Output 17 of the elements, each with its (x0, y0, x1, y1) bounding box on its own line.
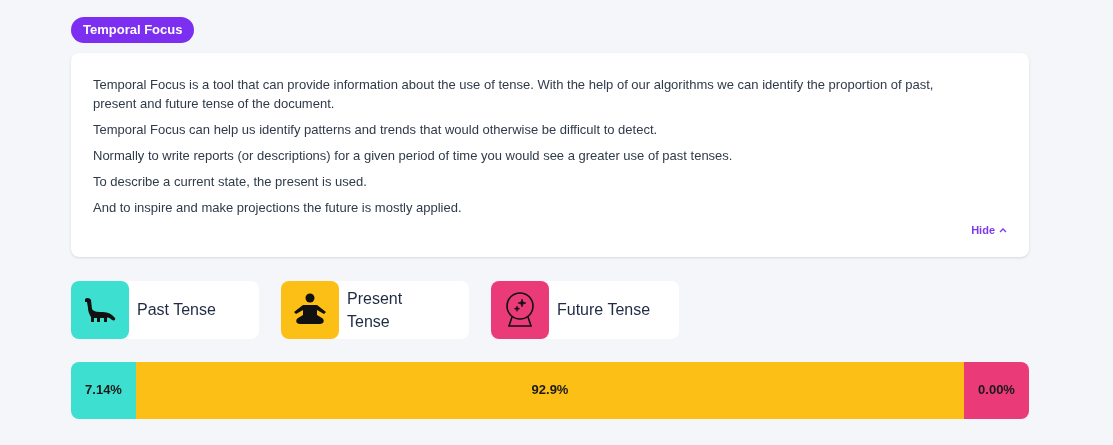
bar-segment: 7.14% (71, 361, 136, 419)
chevron-up-icon (999, 227, 1007, 234)
crystal-ball-icon (503, 290, 537, 329)
description-text: And to inspire and make projections the future is mostly applied. (93, 199, 463, 217)
meditation-icon (292, 292, 328, 327)
description-text: Temporal Focus is a tool that can provide information about the use of tense. With the help of our algorithms we can identify the proportion of past, present and future tense of the document. (93, 76, 935, 113)
legend-label: Present Tense (347, 288, 404, 332)
description-text: Temporal Focus can help us identify patterns and trends that would otherwise be difficult to detect. (93, 121, 659, 139)
hide-toggle[interactable]: Hide (971, 222, 1007, 239)
description-text: To describe a current state, the present is used. (93, 173, 368, 191)
legend-label: Future Tense (557, 300, 652, 320)
description-text: Normally to write reports (or descriptions) for a given period of time you would see a greater use of past tenses. (93, 147, 734, 165)
bar-segment: 92.9% (136, 361, 964, 419)
dinosaur-icon (83, 296, 117, 323)
section-badge: Temporal Focus (71, 17, 195, 43)
bar-segment: 0.00% (964, 361, 1029, 419)
legend-label: Past Tense (137, 300, 217, 320)
